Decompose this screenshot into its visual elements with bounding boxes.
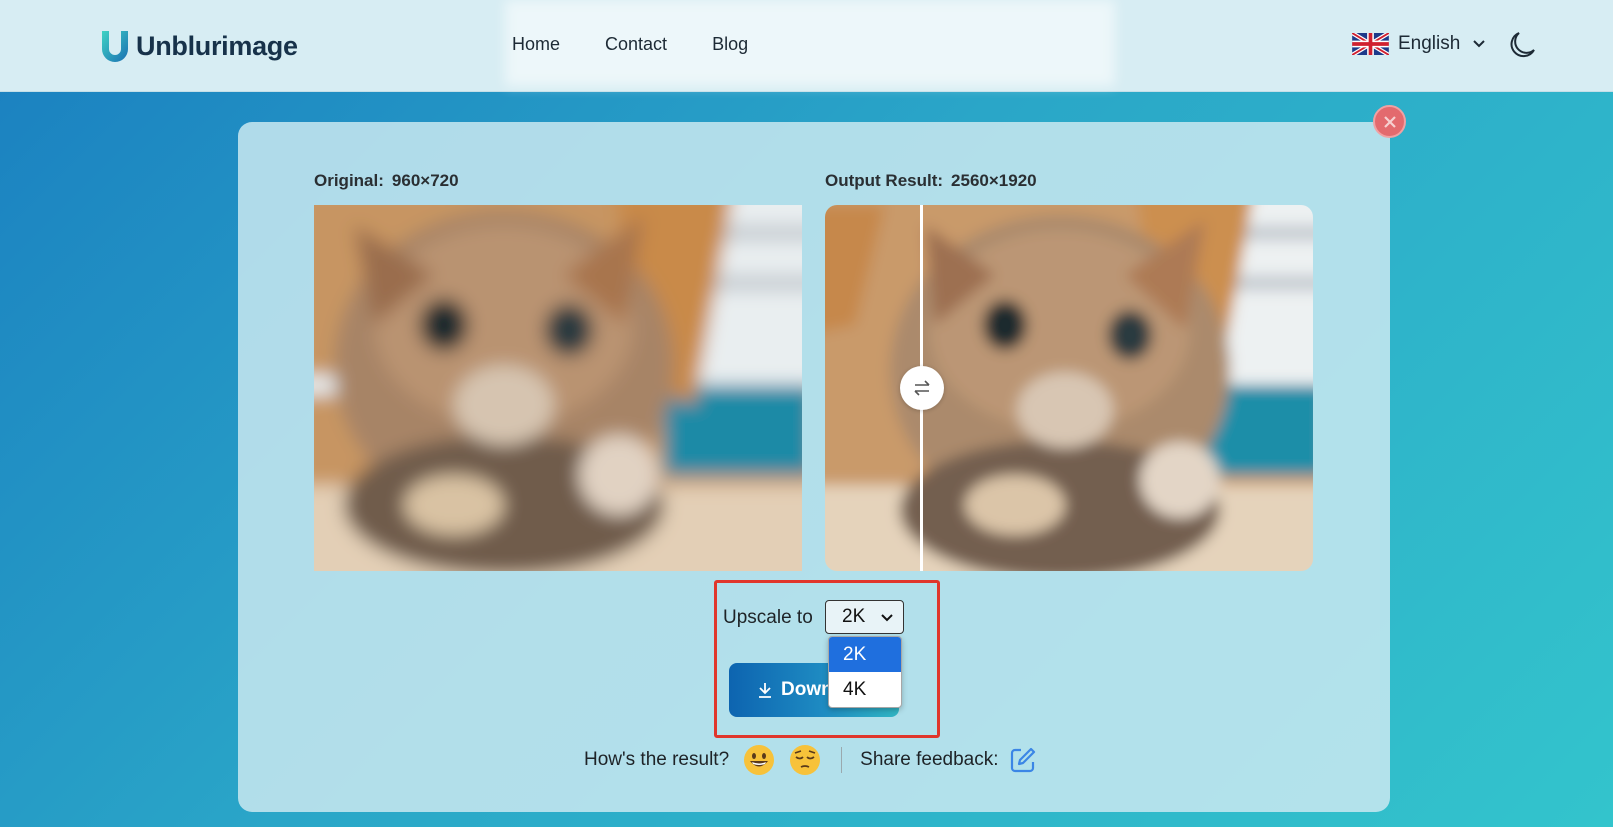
logo-icon <box>102 31 128 62</box>
compare-slider-handle[interactable] <box>900 366 944 410</box>
nav-blog[interactable]: Blog <box>712 34 748 55</box>
highlight-box <box>714 580 940 738</box>
output-label-text: Output Result: <box>825 171 944 190</box>
original-dims: 960×720 <box>391 171 459 190</box>
top-header: Unblurimage Home Contact Blog English <box>0 0 1613 92</box>
close-icon <box>1383 115 1396 128</box>
nav-contact[interactable]: Contact <box>605 34 667 55</box>
output-dims: 2560×1920 <box>951 171 1037 190</box>
logo-text: Unblurimage <box>136 30 298 61</box>
original-label-text: Original: <box>314 171 384 190</box>
output-label: Output Result: 2560×1920 <box>825 171 1037 191</box>
chevron-down-icon <box>1473 40 1486 48</box>
moon-icon[interactable] <box>1510 31 1536 59</box>
feedback-row: How's the result? Share feedback: <box>584 745 1037 775</box>
original-label: Original: 960×720 <box>314 171 459 191</box>
main-nav: Home Contact Blog <box>512 34 793 55</box>
swap-arrows-icon <box>914 380 930 396</box>
edit-feedback-icon[interactable] <box>1009 746 1037 774</box>
nav-home[interactable]: Home <box>512 34 560 55</box>
logo[interactable]: Unblurimage <box>98 28 298 64</box>
feedback-question: How's the result? <box>584 749 730 770</box>
close-button[interactable] <box>1373 105 1406 138</box>
original-image <box>314 205 802 571</box>
share-feedback-label: Share feedback: <box>860 749 999 770</box>
relieved-emoji-icon[interactable] <box>789 744 821 776</box>
feedback-separator <box>841 747 843 773</box>
language-selector[interactable]: English <box>1352 33 1486 55</box>
happy-emoji-icon[interactable] <box>743 744 775 776</box>
output-image[interactable] <box>825 205 1313 571</box>
uk-flag-icon <box>1352 33 1389 55</box>
language-label: English <box>1398 33 1461 54</box>
